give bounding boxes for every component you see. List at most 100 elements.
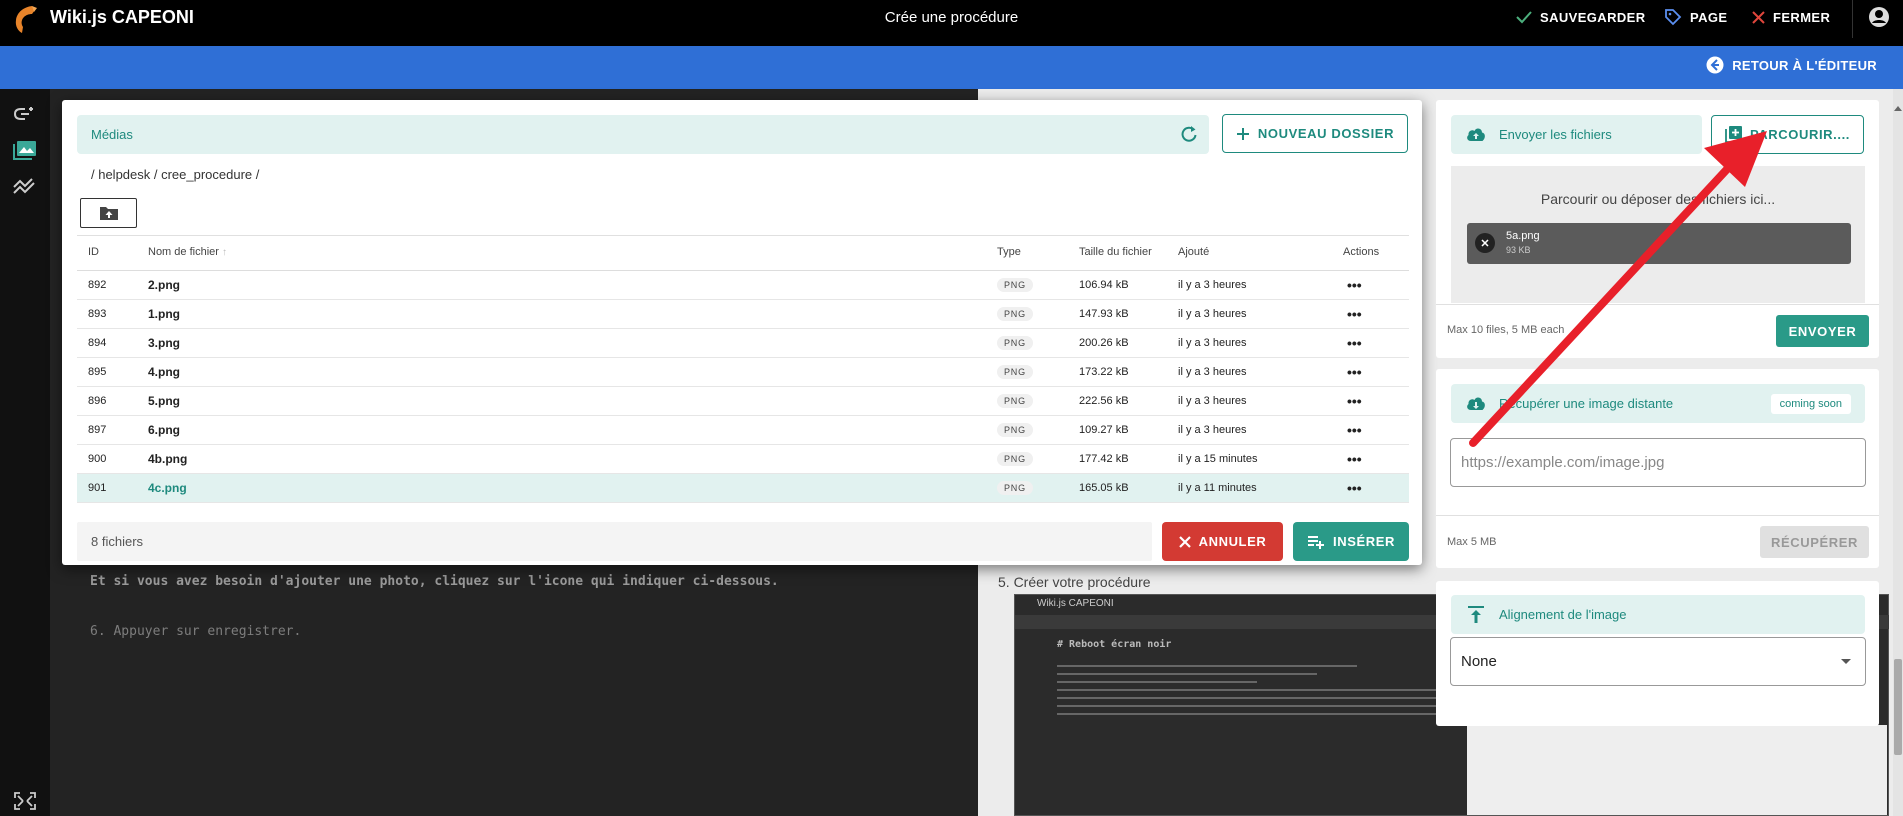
queued-file-name: 5a.png (1506, 230, 1540, 242)
alignment-panel: Alignement de l'image None (1436, 581, 1879, 726)
file-id: 894 (77, 328, 148, 358)
queued-file: ✕ 5a.png 93 KB (1467, 223, 1851, 264)
file-type: PNG (997, 386, 1079, 416)
more-actions-icon[interactable]: ••• (1347, 422, 1362, 438)
col-type[interactable]: Type (997, 235, 1079, 271)
col-filename[interactable]: Nom de fichier ↑ (148, 235, 997, 271)
browse-button[interactable]: PARCOURIR.... (1711, 115, 1864, 154)
editor-line: 6. Appuyer sur enregistrer. (90, 624, 302, 639)
page-label: PAGE (1690, 9, 1728, 25)
table-row[interactable]: 894 3.png PNG 200.26 kB il y a 3 heures ••• (77, 328, 1409, 358)
alignment-select[interactable]: None (1450, 637, 1866, 686)
file-id: 892 (77, 270, 148, 300)
alignment-value: None (1461, 653, 1497, 670)
plus-icon (1236, 127, 1249, 140)
wikijs-logo-icon (15, 6, 37, 33)
close-icon (1178, 535, 1191, 548)
file-type-chip: PNG (997, 307, 1033, 321)
file-id: 897 (77, 415, 148, 445)
file-type-chip: PNG (997, 423, 1033, 437)
sort-arrow-icon: ↑ (221, 247, 227, 259)
remote-image-panel: Récupérer une image distante coming soon… (1436, 369, 1879, 568)
panel-divider (1436, 304, 1879, 305)
more-actions-icon[interactable]: ••• (1347, 364, 1362, 380)
more-actions-icon[interactable]: ••• (1347, 335, 1362, 351)
file-type-chip: PNG (997, 336, 1033, 350)
scroll-up-arrow-icon[interactable] (1894, 106, 1902, 111)
refresh-icon[interactable] (1179, 124, 1199, 144)
table-header-row: ID Nom de fichier ↑ Type Taille du fichi… (77, 235, 1409, 271)
scrollbar-thumb[interactable] (1894, 659, 1902, 755)
fetch-button[interactable]: RÉCUPÉRER (1760, 526, 1869, 558)
insert-image-icon[interactable] (12, 139, 38, 161)
file-added: il y a 3 heures (1178, 357, 1343, 387)
file-size: 222.56 kB (1079, 386, 1178, 416)
file-actions: ••• (1343, 299, 1409, 329)
browse-label: PARCOURIR.... (1749, 127, 1850, 142)
fullscreen-icon[interactable] (12, 790, 38, 812)
back-to-editor-label: RETOUR À L'ÉDITEUR (1732, 57, 1877, 73)
save-button[interactable]: SAUVEGARDER (1516, 8, 1646, 26)
new-folder-button[interactable]: NOUVEAU DOSSIER (1222, 114, 1408, 153)
file-id: 901 (77, 473, 148, 503)
remote-header: Récupérer une image distante coming soon (1451, 384, 1865, 423)
file-added: il y a 3 heures (1178, 299, 1343, 329)
close-button[interactable]: FERMER (1752, 8, 1830, 26)
more-actions-icon[interactable]: ••• (1347, 480, 1362, 496)
table-row[interactable]: 893 1.png PNG 147.93 kB il y a 3 heures ••• (77, 299, 1409, 329)
preview-screenshot-title: Wiki.js CAPEONI (1037, 598, 1114, 609)
file-id: 900 (77, 444, 148, 474)
file-type-chip: PNG (997, 452, 1033, 466)
table-row[interactable]: 897 6.png PNG 109.27 kB il y a 3 heures ••• (77, 415, 1409, 445)
account-icon[interactable] (1867, 5, 1891, 29)
top-bar-separator (1852, 0, 1853, 38)
col-id[interactable]: ID (77, 235, 148, 271)
save-label: SAUVEGARDER (1540, 9, 1646, 25)
insert-button[interactable]: INSÉRER (1293, 522, 1409, 561)
file-actions: ••• (1343, 270, 1409, 300)
parent-folder-button[interactable] (80, 198, 137, 228)
more-actions-icon[interactable]: ••• (1347, 277, 1362, 293)
remote-url-input[interactable] (1450, 438, 1866, 487)
editor-line: Et si vous avez besoin d'ajouter une pho… (90, 574, 779, 589)
app-title[interactable]: Wiki.js CAPEONI (50, 7, 194, 28)
file-actions: ••• (1343, 328, 1409, 358)
cancel-button[interactable]: ANNULER (1162, 522, 1283, 561)
file-dropzone[interactable]: Parcourir ou déposer des fichiers ici...… (1451, 166, 1865, 303)
remove-file-icon[interactable]: ✕ (1475, 233, 1495, 253)
page-heading: Crée une procédure (884, 9, 1019, 26)
table-row[interactable]: 896 5.png PNG 222.56 kB il y a 3 heures ••• (77, 386, 1409, 416)
upload-title: Envoyer les fichiers (1499, 127, 1612, 142)
more-actions-icon[interactable]: ••• (1347, 393, 1362, 409)
file-actions: ••• (1343, 444, 1409, 474)
more-actions-icon[interactable]: ••• (1347, 451, 1362, 467)
file-id: 896 (77, 386, 148, 416)
insert-link-icon[interactable] (12, 103, 38, 125)
file-type: PNG (997, 299, 1079, 329)
col-size[interactable]: Taille du fichier (1079, 235, 1178, 271)
file-id: 895 (77, 357, 148, 387)
more-actions-icon[interactable]: ••• (1347, 306, 1362, 322)
panel-divider (1436, 515, 1879, 516)
arrow-left-circle-icon (1706, 56, 1724, 74)
file-actions: ••• (1343, 386, 1409, 416)
file-size: 200.26 kB (1079, 328, 1178, 358)
file-added: il y a 3 heures (1178, 386, 1343, 416)
table-row[interactable]: 900 4b.png PNG 177.42 kB il y a 15 minutes ••… (77, 444, 1409, 474)
check-icon (1516, 11, 1532, 24)
cloud-download-icon (1467, 397, 1485, 410)
table-row[interactable]: 892 2.png PNG 106.94 kB il y a 3 heures ••• (77, 270, 1409, 300)
dropzone-text: Parcourir ou déposer des fichiers ici... (1540, 191, 1776, 207)
insert-diagram-icon[interactable] (12, 175, 38, 197)
folder-breadcrumb[interactable]: / helpdesk / cree_procedure / (91, 167, 259, 182)
col-added[interactable]: Ajouté (1178, 235, 1343, 271)
media-dialog: Médias NOUVEAU DOSSIER / helpdesk / cree… (62, 100, 1422, 565)
page-button[interactable]: PAGE (1664, 8, 1727, 26)
send-button[interactable]: ENVOYER (1776, 315, 1869, 347)
file-name: 6.png (148, 415, 997, 445)
preview-heading: 5. Créer votre procédure (998, 574, 1151, 590)
preview-screenshot-heading: # Reboot écran noir (1057, 639, 1172, 650)
back-to-editor-button[interactable]: RETOUR À L'ÉDITEUR (1706, 56, 1877, 74)
table-row[interactable]: 901 4c.png PNG 165.05 kB il y a 11 minutes ••… (77, 473, 1409, 503)
table-row[interactable]: 895 4.png PNG 173.22 kB il y a 3 heures ••• (77, 357, 1409, 387)
